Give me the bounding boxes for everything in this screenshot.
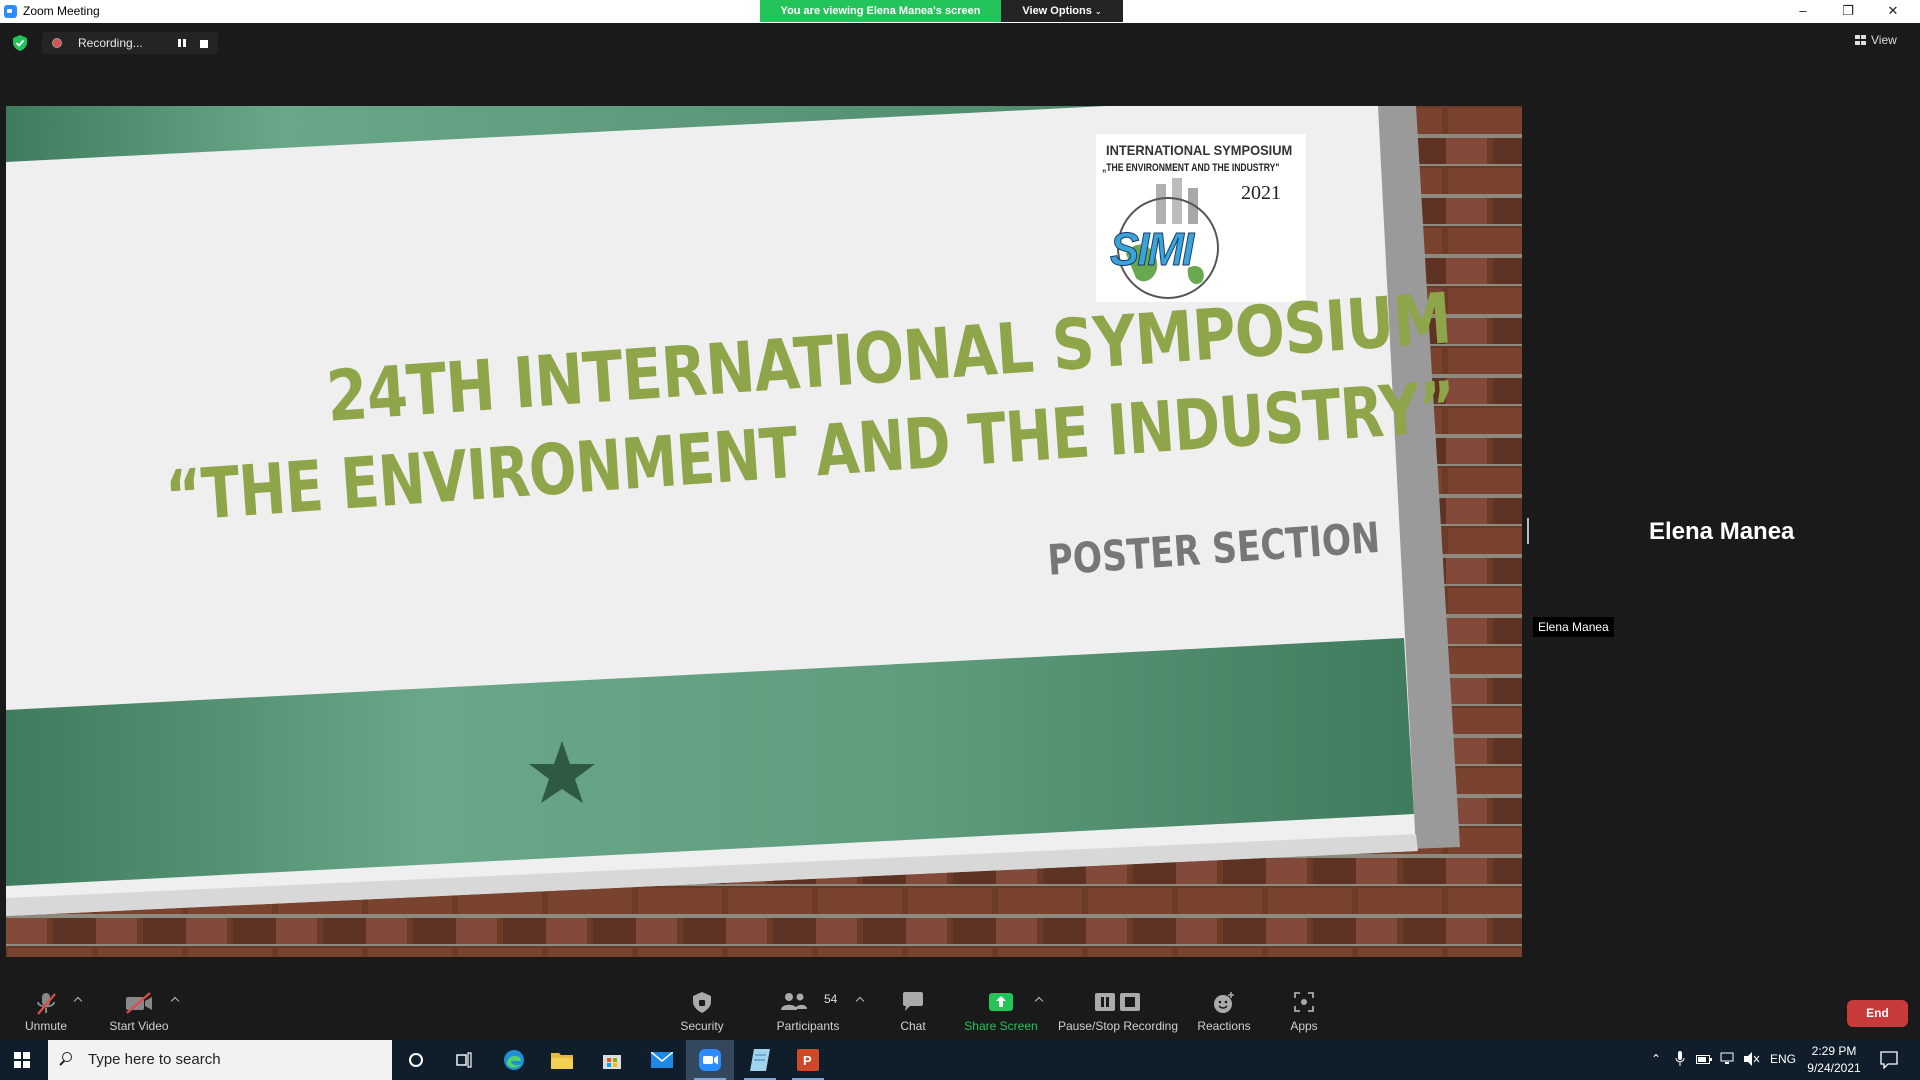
store-button[interactable] bbox=[588, 1040, 636, 1080]
pause-stop-recording-label: Pause/Stop Recording bbox=[1057, 1019, 1179, 1033]
taskbar-search-box[interactable]: Type here to search bbox=[48, 1040, 392, 1080]
input-language[interactable]: ENG bbox=[1770, 1052, 1796, 1066]
search-icon bbox=[62, 1052, 72, 1062]
close-button[interactable]: ✕ bbox=[1871, 0, 1915, 22]
powerpoint-button[interactable]: P bbox=[784, 1040, 832, 1080]
pause-stop-recording-button[interactable]: Pause/Stop Recording bbox=[1056, 972, 1180, 1038]
mail-icon bbox=[651, 1052, 673, 1068]
notifications-icon[interactable] bbox=[1880, 1051, 1898, 1069]
restore-button[interactable]: ❐ bbox=[1826, 0, 1870, 22]
share-screen-button[interactable]: Share Screen bbox=[962, 972, 1040, 1038]
windows-taskbar: Type here to search P ⌃ ENG 2:29 PM 9/24… bbox=[0, 1040, 1920, 1080]
chat-button[interactable]: Chat bbox=[885, 972, 941, 1038]
task-view-icon bbox=[456, 1052, 472, 1068]
window-title: Zoom Meeting bbox=[23, 4, 100, 18]
view-options-label: View Options bbox=[1022, 5, 1092, 17]
apps-icon bbox=[1294, 992, 1314, 1012]
store-icon bbox=[603, 1055, 621, 1069]
clock-time: 2:29 PM bbox=[1811, 1044, 1857, 1058]
view-layout-button[interactable]: View bbox=[1855, 33, 1897, 47]
file-explorer-icon bbox=[551, 1053, 573, 1069]
powerpoint-icon: P bbox=[797, 1049, 819, 1071]
show-hidden-icons-chevron-icon[interactable]: ⌃ bbox=[1651, 1052, 1661, 1066]
logo-wordmark: SIMI bbox=[1110, 223, 1195, 276]
start-video-button[interactable]: Start Video bbox=[100, 972, 178, 1038]
minimize-button[interactable]: – bbox=[1781, 0, 1825, 22]
logo-title: INTERNATIONAL SYMPOSIUM bbox=[1106, 142, 1293, 158]
apps-label: Apps bbox=[1290, 1019, 1318, 1033]
edge-button[interactable] bbox=[490, 1040, 538, 1080]
unmute-label: Unmute bbox=[24, 1019, 68, 1033]
participants-button[interactable]: 54 Participants bbox=[772, 972, 844, 1038]
battery-icon[interactable] bbox=[1696, 1053, 1712, 1065]
logo-subtitle: „THE ENVIRONMENT AND THE INDUSTRY" bbox=[1102, 162, 1280, 174]
file-explorer-button[interactable] bbox=[538, 1040, 586, 1080]
share-screen-icon bbox=[989, 993, 1013, 1011]
participants-count: 54 bbox=[824, 992, 838, 1006]
viewing-screen-banner: You are viewing Elena Manea's screen bbox=[760, 0, 1001, 22]
chat-label: Chat bbox=[900, 1019, 926, 1033]
pause-recording-icon[interactable] bbox=[172, 36, 192, 50]
recording-dot-icon bbox=[52, 38, 62, 48]
share-screen-label: Share Screen bbox=[964, 1019, 1038, 1033]
participants-label: Participants bbox=[776, 1019, 840, 1033]
reactions-smiley-icon bbox=[1214, 992, 1234, 1013]
recording-status: Recording... bbox=[78, 36, 143, 50]
simi-logo: INTERNATIONAL SYMPOSIUM „THE ENVIRONMENT… bbox=[1096, 134, 1306, 302]
participant-display-name: Elena Manea bbox=[1649, 518, 1795, 545]
search-placeholder: Type here to search bbox=[88, 1051, 221, 1068]
cortana-button[interactable] bbox=[392, 1040, 440, 1080]
meeting-toolbar: Unmute Start Video Security 54 Participa… bbox=[0, 972, 1920, 1040]
notepad-icon bbox=[750, 1049, 770, 1071]
task-view-button[interactable] bbox=[440, 1040, 488, 1080]
edge-icon bbox=[504, 1050, 524, 1070]
unmute-button[interactable]: Unmute bbox=[14, 972, 78, 1038]
microphone-icon[interactable] bbox=[1675, 1051, 1685, 1067]
video-options-caret[interactable] bbox=[170, 996, 180, 1004]
audio-options-caret[interactable] bbox=[73, 996, 83, 1004]
security-label: Security bbox=[680, 1019, 724, 1033]
network-icon[interactable] bbox=[1720, 1052, 1736, 1066]
view-label: View bbox=[1871, 33, 1897, 47]
taskbar-clock[interactable]: 2:29 PM 9/24/2021 bbox=[1800, 1043, 1868, 1077]
zoom-app-icon bbox=[4, 5, 17, 18]
speaker-muted-icon[interactable] bbox=[1744, 1052, 1760, 1066]
svg-text:P: P bbox=[803, 1053, 812, 1068]
chat-bubble-icon bbox=[903, 992, 923, 1011]
encryption-shield-icon[interactable] bbox=[13, 35, 27, 51]
muted-mic-icon bbox=[37, 993, 56, 1015]
end-meeting-button[interactable]: End bbox=[1847, 1000, 1908, 1027]
security-shield-icon bbox=[693, 992, 711, 1013]
windows-start-icon[interactable] bbox=[14, 1052, 30, 1068]
view-options-button[interactable]: View Options ⌄ bbox=[1001, 0, 1123, 22]
pause-stop-recording-icon bbox=[1095, 993, 1140, 1011]
zoom-taskbar-button[interactable] bbox=[686, 1040, 734, 1080]
share-options-caret[interactable] bbox=[1034, 996, 1044, 1004]
zoom-icon bbox=[699, 1049, 721, 1071]
window-title-bar: Zoom Meeting You are viewing Elena Manea… bbox=[0, 0, 1920, 23]
clock-date: 9/24/2021 bbox=[1807, 1061, 1861, 1075]
security-button[interactable]: Security bbox=[672, 972, 732, 1038]
reactions-button[interactable]: Reactions bbox=[1194, 972, 1254, 1038]
participants-options-caret[interactable] bbox=[855, 996, 865, 1004]
notepad-button[interactable] bbox=[736, 1040, 784, 1080]
grid-view-icon bbox=[1855, 35, 1866, 45]
stop-recording-icon[interactable] bbox=[200, 40, 208, 48]
participant-name-tag: Elena Manea bbox=[1533, 617, 1614, 637]
reactions-label: Reactions bbox=[1197, 1019, 1251, 1033]
panel-resize-handle[interactable] bbox=[1527, 518, 1529, 544]
participants-icon bbox=[780, 993, 807, 1010]
shared-screen: INTERNATIONAL SYMPOSIUM „THE ENVIRONMENT… bbox=[6, 106, 1522, 957]
chevron-down-icon: ⌄ bbox=[1094, 7, 1102, 16]
recording-indicator: Recording... bbox=[42, 32, 218, 54]
video-off-icon bbox=[126, 992, 152, 1014]
start-video-label: Start Video bbox=[109, 1019, 169, 1033]
cortana-icon bbox=[409, 1053, 423, 1067]
apps-button[interactable]: Apps bbox=[1284, 972, 1324, 1038]
mail-button[interactable] bbox=[638, 1040, 686, 1080]
